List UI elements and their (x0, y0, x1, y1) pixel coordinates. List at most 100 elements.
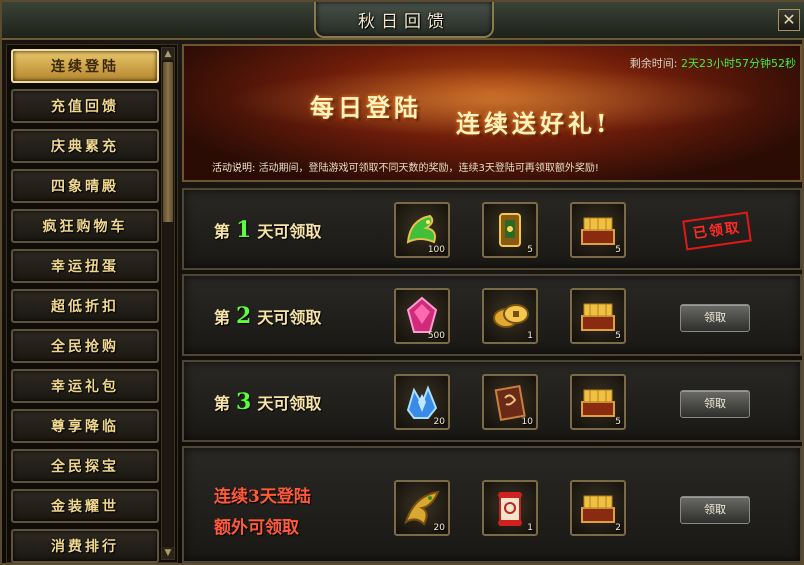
event-description-text: 活动期间，登陆游戏可领取不同天数的奖励，连续3天登陆可再领取额外奖励! (258, 163, 599, 174)
sidebar-item-label: 四象晴殿 (51, 179, 119, 195)
scroll-down-icon[interactable]: ▼ (162, 547, 174, 559)
gold-coin-icon (493, 304, 529, 328)
event-description-label: 活动说明: (212, 163, 256, 174)
sidebar-scrollbar[interactable]: ▲ ▼ (161, 47, 175, 560)
reward-item[interactable]: 5 (570, 288, 626, 344)
close-button[interactable]: ✕ (778, 9, 800, 31)
sidebar-item-lucky-gacha[interactable]: 幸运扭蛋 (11, 249, 159, 283)
sidebar-item-label: 超低折扣 (51, 299, 119, 315)
sidebar-item-label: 尊享降临 (51, 419, 119, 435)
item-count: 5 (527, 245, 533, 255)
event-banner: 剩余时间: 2天23小时57分钟52秒 每日登陆 连续送好礼! 活动说明: 活动… (182, 44, 802, 182)
day-suffix: 天可领取 (257, 308, 322, 327)
sidebar-item-shopping-cart[interactable]: 疯狂购物车 (11, 209, 159, 243)
day-number: 3 (236, 389, 252, 415)
reward-row-day-3: 第 3 天可领取 20 10 5 领取 (182, 360, 802, 442)
sidebar-item-flash-sale[interactable]: 全民抢购 (11, 329, 159, 363)
sidebar-item-continuous-login[interactable]: 连续登陆 (11, 49, 159, 83)
sidebar-item-label: 连续登陆 (51, 59, 119, 75)
reward-row-day-1: 第 1 天可领取 100 5 5 已领取 (182, 188, 802, 270)
item-count: 1 (527, 523, 533, 533)
sidebar-item-golden-gear[interactable]: 金装耀世 (11, 489, 159, 523)
day-label: 第 2 天可领取 (214, 303, 321, 329)
red-scroll-icon (498, 492, 522, 526)
reward-item[interactable]: 2 (570, 480, 626, 536)
sidebar-item-label: 幸运礼包 (51, 379, 119, 395)
scroll-up-icon[interactable]: ▲ (162, 48, 174, 60)
sidebar-item-label: 消费排行 (51, 539, 119, 555)
title-plate: 秋日回馈 (314, 2, 494, 38)
item-count: 5 (615, 417, 621, 427)
sidebar-item-label: 充值回馈 (51, 99, 119, 115)
day-label: 第 3 天可领取 (214, 389, 321, 415)
window-title: 秋日回馈 (358, 11, 450, 32)
sidebar-item-vip-arrival[interactable]: 尊享降临 (11, 409, 159, 443)
day-prefix: 第 (214, 222, 231, 241)
gold-chest-icon (581, 495, 615, 523)
sidebar-item-label: 疯狂购物车 (42, 219, 128, 235)
reward-row-day-2: 第 2 天可领取 500 1 5 领取 (182, 274, 802, 356)
sidebar-item-recharge-reward[interactable]: 充值回馈 (11, 89, 159, 123)
item-count: 100 (427, 245, 445, 255)
golden-token-icon (499, 213, 521, 247)
remaining-time-value: 2天23小时57分钟52秒 (681, 57, 796, 70)
item-count: 5 (615, 245, 621, 255)
item-count: 1 (527, 331, 533, 341)
reward-item[interactable]: 20 (394, 374, 450, 430)
title-bar: 秋日回馈 ✕ (2, 2, 804, 40)
reward-row-consecutive-bonus: 连续3天登陆 额外可领取 20 1 2 领取 (182, 446, 802, 563)
remaining-time-label: 剩余时间: (629, 57, 678, 70)
sidebar-item-label: 全民抢购 (51, 339, 119, 355)
day-prefix: 第 (214, 394, 231, 413)
event-window: 秋日回馈 ✕ 连续登陆 充值回馈 庆典累充 四象晴殿 疯狂购物车 幸运扭蛋 超低… (0, 0, 804, 565)
reward-item[interactable]: 5 (482, 202, 538, 258)
bonus-label: 连续3天登陆 额外可领取 (214, 482, 311, 538)
sidebar-item-four-symbols[interactable]: 四象晴殿 (11, 169, 159, 203)
sidebar-item-treasure-hunt[interactable]: 全民探宝 (11, 449, 159, 483)
item-count: 10 (521, 417, 533, 427)
day-suffix: 天可领取 (257, 394, 322, 413)
day-number: 2 (236, 303, 252, 329)
claim-button[interactable]: 领取 (680, 304, 750, 332)
claimed-stamp: 已领取 (682, 211, 752, 251)
reward-item[interactable]: 5 (570, 202, 626, 258)
sidebar-item-label: 幸运扭蛋 (51, 259, 119, 275)
item-count: 5 (615, 331, 621, 341)
day-suffix: 天可领取 (257, 222, 322, 241)
sidebar-item-celebration-recharge[interactable]: 庆典累充 (11, 129, 159, 163)
remaining-time: 剩余时间: 2天23小时57分钟52秒 (630, 55, 796, 71)
item-count: 500 (427, 331, 445, 341)
sidebar-item-label: 金装耀世 (51, 499, 119, 515)
reward-item[interactable]: 500 (394, 288, 450, 344)
sidebar-item-spending-rank[interactable]: 消费排行 (11, 529, 159, 563)
bonus-label-line-1: 连续3天登陆 (214, 487, 311, 507)
gold-chest-icon (581, 303, 615, 331)
claim-button[interactable]: 领取 (680, 496, 750, 524)
claim-button[interactable]: 领取 (680, 390, 750, 418)
reward-item[interactable]: 10 (482, 374, 538, 430)
day-prefix: 第 (214, 308, 231, 327)
reward-item[interactable]: 1 (482, 480, 538, 536)
banner-title-gifts: 连续送好礼! (456, 109, 611, 138)
day-number: 1 (236, 217, 252, 243)
sidebar-item-lucky-pack[interactable]: 幸运礼包 (11, 369, 159, 403)
scroll-thumb[interactable] (163, 62, 173, 222)
item-count: 20 (433, 417, 445, 427)
item-count: 20 (433, 523, 445, 533)
sidebar-item-label: 全民探宝 (51, 459, 119, 475)
sidebar-item-label: 庆典累充 (51, 139, 119, 155)
banner-title-daily-login: 每日登陆 (310, 93, 422, 122)
gold-chest-icon (581, 389, 615, 417)
sidebar-menu: 连续登陆 充值回馈 庆典累充 四象晴殿 疯狂购物车 幸运扭蛋 超低折扣 全民抢购… (6, 44, 178, 563)
item-count: 2 (615, 523, 621, 533)
reward-item[interactable]: 20 (394, 480, 450, 536)
bonus-label-line-2: 额外可领取 (214, 518, 299, 538)
sidebar-item-low-discount[interactable]: 超低折扣 (11, 289, 159, 323)
gold-chest-icon (581, 217, 615, 245)
reward-item[interactable]: 100 (394, 202, 450, 258)
reward-item[interactable]: 1 (482, 288, 538, 344)
day-label: 第 1 天可领取 (214, 217, 321, 243)
reward-item[interactable]: 5 (570, 374, 626, 430)
close-icon: ✕ (782, 10, 796, 29)
event-description: 活动说明: 活动期间，登陆游戏可领取不同天数的奖励，连续3天登陆可再领取额外奖励… (212, 159, 599, 174)
